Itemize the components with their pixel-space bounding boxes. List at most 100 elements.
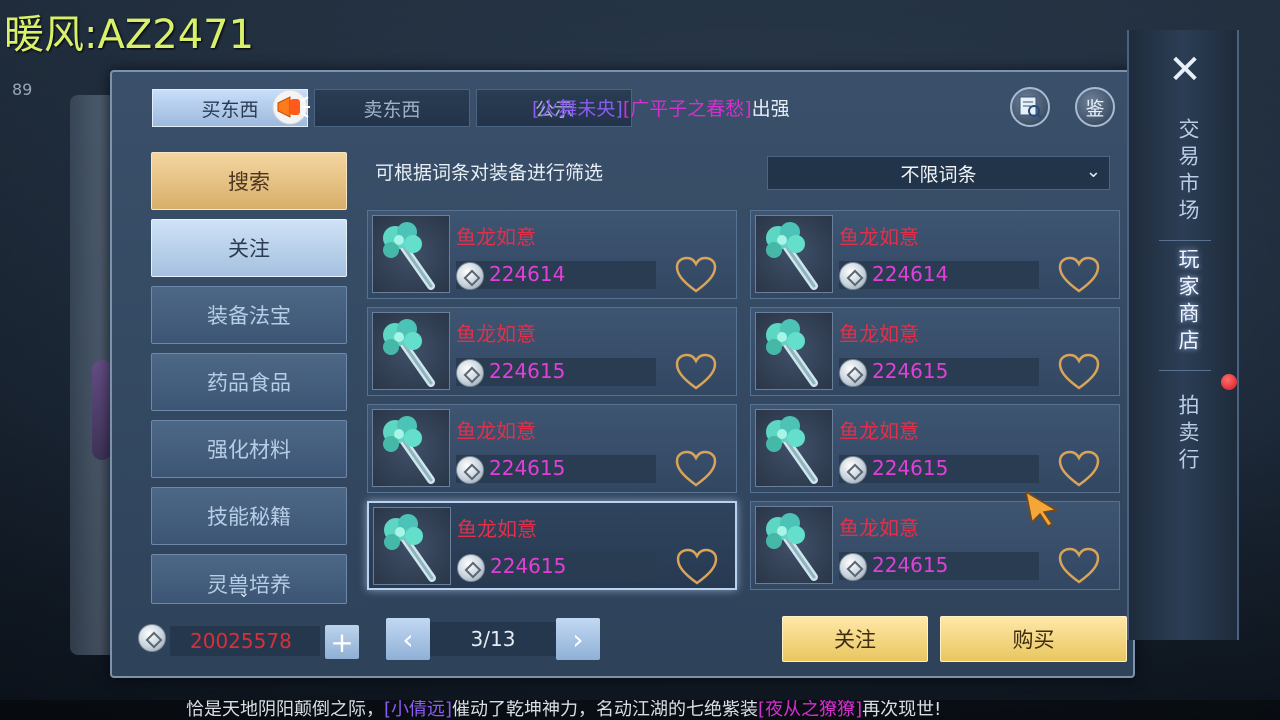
item-ruyi-icon: [755, 506, 833, 584]
follow-button[interactable]: 关注: [782, 616, 928, 662]
item-grid: 鱼龙如意 224614 鱼龙如意 224614 鱼龙如意 224615 鱼龙如意 224615…: [367, 210, 1122, 592]
item-price: 224614: [872, 262, 949, 286]
item-price-bar: 224615: [839, 455, 1039, 484]
ticker-item: [夜从之獠獠]: [758, 700, 863, 720]
item-price: 224615: [490, 554, 567, 578]
coin-icon: [839, 553, 867, 581]
sidebar-item-skillbooks[interactable]: 技能秘籍: [151, 487, 347, 545]
megaphone-icon: [266, 85, 314, 129]
sidebar-item-medicine[interactable]: 药品食品: [151, 353, 347, 411]
favorite-heart-icon[interactable]: [674, 255, 718, 295]
item-card[interactable]: 鱼龙如意 224615: [367, 404, 737, 493]
search-record-button[interactable]: [1010, 87, 1050, 127]
item-card[interactable]: 鱼龙如意 224615: [367, 501, 737, 590]
item-price-bar: 224615: [839, 552, 1039, 581]
favorite-heart-icon[interactable]: [675, 547, 719, 587]
filter-dropdown[interactable]: 不限词条 ⌄: [767, 156, 1110, 190]
add-money-button[interactable]: +: [325, 625, 359, 659]
chevron-down-icon: ⌄: [1085, 161, 1101, 182]
item-name: 鱼龙如意: [456, 419, 536, 443]
system-ticker: 恰是天地阴阳颠倒之际，[小倩远]催动了乾坤神力，名动江湖的七绝紫装[夜从之獠獠]…: [0, 700, 1280, 720]
side-nav-divider: [1159, 240, 1211, 241]
favorite-heart-icon[interactable]: [1057, 449, 1101, 489]
broadcast-item: [广平子之春愁]: [622, 98, 752, 120]
market-panel: 买东西 卖东西 公示 [火舞未央][广平子之春愁]出强 鉴 搜索 关注 装备法宝…: [110, 70, 1135, 678]
item-name: 鱼龙如意: [839, 322, 919, 346]
item-price: 224614: [489, 262, 566, 286]
hud-level-number: 89: [12, 80, 33, 99]
ticker-pre: 恰是天地阴阳颠倒之际，: [186, 700, 384, 720]
favorite-heart-icon[interactable]: [674, 449, 718, 489]
item-price: 224615: [489, 359, 566, 383]
money-balance: 20025578: [170, 626, 320, 656]
side-nav-auction[interactable]: 拍卖行: [1169, 394, 1201, 475]
item-price: 224615: [872, 359, 949, 383]
side-nav-player-shop[interactable]: 玩家商店: [1169, 248, 1201, 356]
filter-hint: 可根据词条对装备进行筛选: [375, 162, 604, 184]
item-card[interactable]: 鱼龙如意 224615: [367, 307, 737, 396]
item-price-bar: 224615: [456, 358, 656, 387]
item-card[interactable]: 鱼龙如意 224615: [750, 404, 1120, 493]
side-nav-trade-market[interactable]: 交易市场: [1169, 118, 1201, 226]
coin-icon: [456, 456, 484, 484]
coin-icon: [839, 359, 867, 387]
item-name: 鱼龙如意: [839, 419, 919, 443]
sidebar-item-search[interactable]: 搜索: [151, 152, 347, 210]
item-price: 224615: [872, 456, 949, 480]
item-price-bar: 224615: [456, 455, 656, 484]
arrow-cursor-icon: [1024, 490, 1059, 527]
item-name: 鱼龙如意: [457, 517, 537, 541]
next-page-button[interactable]: ›: [556, 618, 600, 660]
favorite-heart-icon[interactable]: [1057, 352, 1101, 392]
item-name: 鱼龙如意: [456, 322, 536, 346]
close-button[interactable]: ✕: [1165, 50, 1205, 90]
right-side-scroll-nav: ✕ 交易市场 玩家商店 拍卖行: [1127, 30, 1239, 640]
prev-page-button[interactable]: ‹: [386, 618, 430, 660]
streamer-watermark: 暖风:AZ2471: [4, 12, 255, 58]
item-ruyi-icon: [372, 409, 450, 487]
page-indicator: 3/13: [430, 622, 556, 656]
side-nav-divider: [1159, 370, 1211, 371]
item-ruyi-icon: [373, 507, 451, 585]
favorite-heart-icon[interactable]: [1057, 255, 1101, 295]
item-card[interactable]: 鱼龙如意 224615: [750, 307, 1120, 396]
coin-icon: [839, 456, 867, 484]
item-ruyi-icon: [755, 215, 833, 293]
sidebar-item-follow[interactable]: 关注: [151, 219, 347, 277]
item-price-bar: 224615: [457, 553, 657, 582]
notification-dot: [1221, 374, 1237, 390]
broadcast-marquee: [火舞未央][广平子之春愁]出强: [532, 94, 790, 121]
filter-selected-value: 不限词条: [900, 163, 977, 186]
coin-icon: [456, 262, 484, 290]
ticker-player: [小倩远]: [384, 700, 453, 720]
coin-icon: [839, 262, 867, 290]
ticker-post: 再次现世!: [862, 700, 942, 720]
ticker-mid: 催动了乾坤神力，名动江湖的七绝紫装: [452, 700, 759, 720]
item-price-bar: 224614: [456, 261, 656, 290]
money-coin-icon: [138, 624, 168, 654]
chevron-down-icon: ⌄: [238, 585, 250, 601]
favorite-heart-icon[interactable]: [674, 352, 718, 392]
item-ruyi-icon: [755, 409, 833, 487]
favorite-heart-icon[interactable]: [1057, 546, 1101, 586]
broadcast-tail: 出强: [751, 98, 790, 120]
tab-sell[interactable]: 卖东西: [314, 89, 470, 127]
item-ruyi-icon: [372, 312, 450, 390]
item-card[interactable]: 鱼龙如意 224614: [367, 210, 737, 299]
item-price: 224615: [872, 553, 949, 577]
item-card[interactable]: 鱼龙如意 224614: [750, 210, 1120, 299]
item-ruyi-icon: [755, 312, 833, 390]
sidebar-item-equipment[interactable]: 装备法宝: [151, 286, 347, 344]
item-price-bar: 224615: [839, 358, 1039, 387]
item-name: 鱼龙如意: [839, 225, 919, 249]
item-ruyi-icon: [372, 215, 450, 293]
broadcast-player: [火舞未央]: [532, 98, 623, 120]
appraise-button[interactable]: 鉴: [1075, 87, 1115, 127]
item-card[interactable]: 鱼龙如意 224615: [750, 501, 1120, 590]
ribbon-decoration: [92, 360, 112, 460]
category-sidebar: 搜索 关注 装备法宝 药品食品 强化材料 技能秘籍 灵兽培养 ⌄: [151, 152, 347, 613]
sidebar-item-materials[interactable]: 强化材料: [151, 420, 347, 478]
buy-button[interactable]: 购买: [940, 616, 1127, 662]
sidebar-item-pets[interactable]: 灵兽培养 ⌄: [151, 554, 347, 604]
item-price: 224615: [489, 456, 566, 480]
